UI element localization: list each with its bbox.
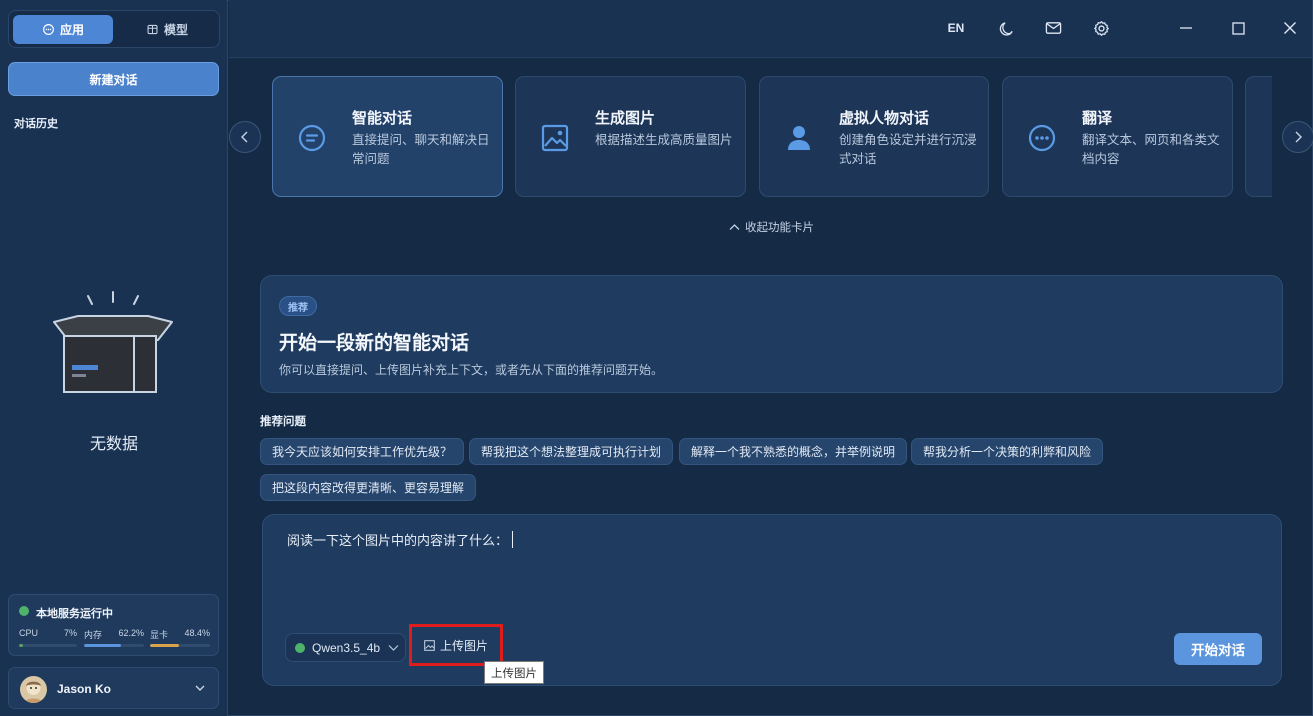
chat-input-value: 阅读一下这个图片中的内容讲了什么： [287,533,509,548]
metric-cpu-label: CPU [19,628,39,638]
metric-cpu-bar [19,644,77,647]
suggestion-chip[interactable]: 帮我分析一个决策的利弊和风险 [911,438,1104,465]
tab-apps[interactable]: 应用 [13,15,113,44]
feature-card-translate[interactable]: 翻译 翻译文本、网页和各类文档内容 [1002,76,1233,197]
model-select[interactable]: Qwen3.5_4b [285,633,406,662]
tab-models-label: 模型 [163,23,188,37]
moon-icon [999,21,1013,36]
metric-memory-label: 内存 [84,630,103,640]
feature-card-persona[interactable]: 虚拟人物对话 创建角色设定并进行沉浸式对话 [759,76,989,197]
metric-memory: 内存 62.2% [84,628,144,641]
mode-switch: 应用 模型 [8,10,220,48]
collapse-label: 收起功能卡片 [745,222,814,234]
carousel-prev-button[interactable] [229,121,261,153]
feature-title: 智能对话 [352,110,413,127]
feature-title: 翻译 [1082,110,1113,127]
user-name: Jason Ko [57,682,112,696]
cube-icon [147,24,158,35]
upload-image-label: 上传图片 [439,638,488,653]
metric-gpu-bar [150,644,210,647]
text-caret [512,531,514,548]
hero-subtitle: 你可以直接提问、上传图片补充上下文，或者先从下面的推荐问题开始。 [279,363,664,377]
mail-button[interactable] [1042,17,1064,39]
sidebar: 应用 模型 新建对话 对话历史 无数据 本地服务运行中 CPU 7% 内存 62… [0,0,228,716]
tab-apps-label: 应用 [59,23,84,37]
image-icon [424,639,435,651]
feature-card-image[interactable]: 生成图片 根据描述生成高质量图片 [515,76,746,197]
status-dot [19,606,29,616]
chevron-right-icon [1295,131,1302,143]
tab-models[interactable]: 模型 [117,15,217,44]
suggestion-chip[interactable]: 我今天应该如何安排工作优先级？ [260,438,465,465]
close-icon [1284,22,1296,34]
metric-memory-bar [84,644,144,647]
history-title: 对话历史 [14,118,58,130]
feature-desc: 直接提问、聊天和解决日常问题 [352,133,490,166]
metric-gpu: 显卡 48.4% [150,628,210,641]
collapse-cards-toggle[interactable]: 收起功能卡片 [729,219,814,235]
maximize-icon [1231,21,1245,35]
feature-title: 虚拟人物对话 [839,110,930,127]
service-status-title: 本地服务运行中 [36,608,113,620]
recommend-tag: 推荐 [279,296,317,316]
feature-desc: 根据描述生成高质量图片 [595,133,733,147]
metric-gpu-fill [150,644,180,647]
model-status-dot [295,642,305,653]
title-bar: EN [229,0,1312,58]
chat-input[interactable]: 阅读一下这个图片中的内容讲了什么： [287,530,514,549]
chevron-up-icon [729,224,740,230]
user-menu[interactable]: Jason Ko [8,667,219,709]
suggestion-chip[interactable]: 解释一个我不熟悉的概念，并举例说明 [679,438,908,465]
empty-box-icon [53,291,173,393]
settings-button[interactable] [1090,17,1112,39]
empty-state-text: 无数据 [89,436,138,453]
metric-memory-value: 62.2% [118,628,144,638]
chat-input-panel: 阅读一下这个图片中的内容讲了什么： Qwen3.5_4b 上传图片 开始对话 [262,514,1282,686]
minimize-button[interactable] [1175,17,1197,39]
suggestion-chip[interactable]: 帮我把这个想法整理成可执行计划 [469,438,674,465]
recommend-title: 推荐问题 [260,416,306,428]
service-status-card: 本地服务运行中 CPU 7% 内存 62.2% 显卡 48.4% [8,594,219,656]
model-name: Qwen3.5_4b [312,640,381,655]
feature-desc: 创建角色设定并进行沉浸式对话 [839,133,977,166]
upload-tooltip: 上传图片 [484,661,544,684]
welcome-panel: 推荐 开始一段新的智能对话 你可以直接提问、上传图片补充上下文，或者先从下面的推… [260,275,1283,393]
chat-icon [298,124,326,152]
settings-icon [1093,20,1109,36]
image-icon [541,124,569,152]
metric-cpu-value: 7% [63,628,77,638]
carousel-next-button[interactable] [1282,121,1313,153]
avatar [20,676,47,703]
metric-cpu-fill [19,644,24,647]
maximize-button[interactable] [1227,17,1249,39]
start-chat-button[interactable]: 开始对话 [1174,633,1262,665]
new-chat-button[interactable]: 新建对话 [8,62,219,96]
chevron-down-icon [388,644,399,651]
feature-card-chat[interactable]: 智能对话 直接提问、聊天和解决日常问题 [272,76,503,197]
metric-gpu-value: 48.4% [184,628,210,638]
metric-cpu: CPU 7% [19,628,77,638]
feature-title: 生成图片 [595,110,656,127]
hero-title: 开始一段新的智能对话 [279,333,470,354]
suggestion-chip[interactable]: 把这段内容改得更清晰、更容易理解 [260,474,477,501]
dots-chat-icon [1028,124,1056,152]
chevron-down-icon [195,685,205,691]
chevron-left-icon [241,131,248,143]
chat-bubble-icon [43,24,54,35]
minimize-icon [1180,27,1192,29]
language-toggle[interactable]: EN [941,17,971,39]
feature-desc: 翻译文本、网页和各类文档内容 [1082,133,1220,166]
theme-toggle[interactable] [995,17,1017,39]
mail-icon [1045,22,1061,34]
person-icon [788,126,810,150]
upload-image-button[interactable]: 上传图片 [409,624,503,666]
metric-gpu-label: 显卡 [150,630,169,640]
close-button[interactable] [1279,17,1301,39]
feature-card-partial[interactable] [1245,76,1272,197]
metric-memory-fill [84,644,122,647]
